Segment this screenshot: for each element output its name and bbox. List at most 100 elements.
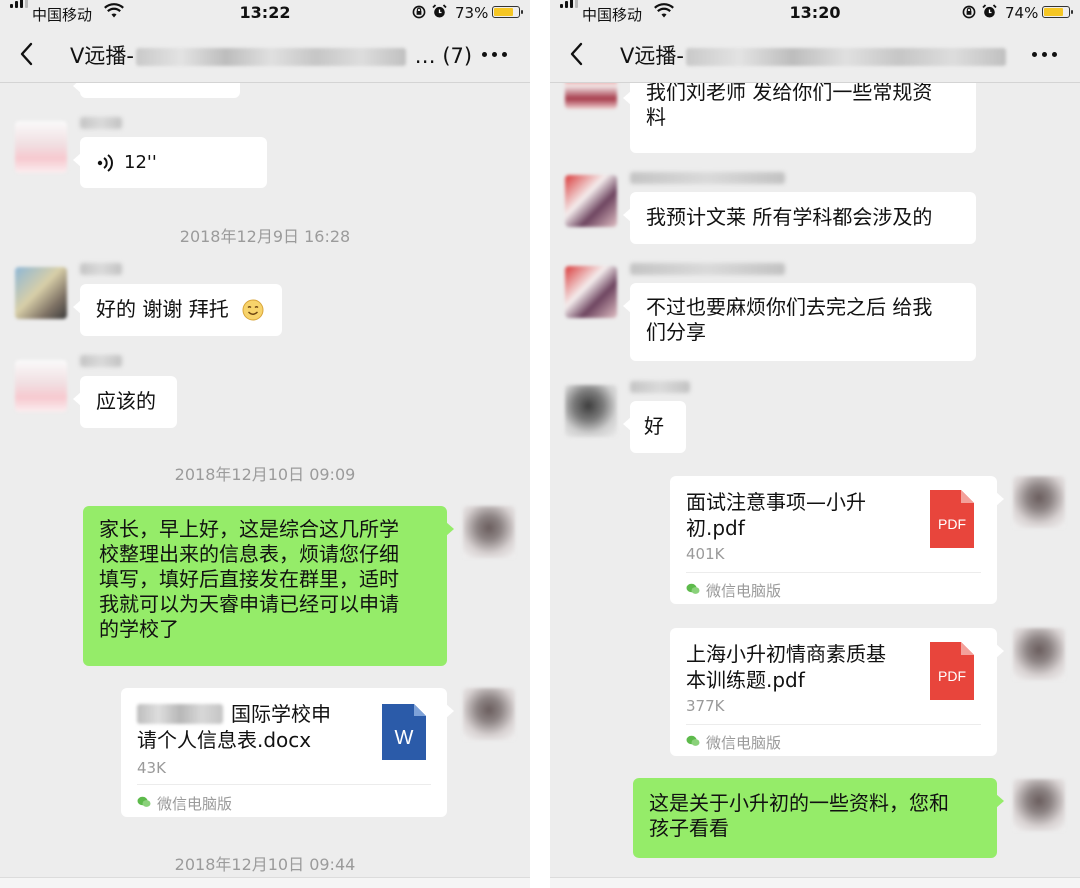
divider	[686, 572, 981, 573]
message-list: 12'' 2018年12月9日 16:28 好的 谢谢 拜托 应该的 2018年…	[0, 83, 530, 888]
sender-name-redacted	[630, 263, 785, 275]
message-line: 不过也要麻烦你们去完之后 给我	[646, 295, 933, 319]
rotation-lock-icon	[412, 5, 426, 19]
svg-text:PDF: PDF	[938, 668, 966, 684]
wechat-pc-icon	[686, 583, 700, 594]
battery-percent: 74%	[1005, 4, 1039, 22]
avatar[interactable]	[565, 266, 617, 318]
avatar[interactable]	[463, 506, 515, 558]
file-name-line2: 初.pdf	[686, 516, 745, 540]
avatar[interactable]	[565, 385, 617, 437]
file-name-line1: 上海小升初情商素质基	[686, 642, 886, 666]
message-line: 填写，填好后直接发在群里，适时	[99, 567, 399, 591]
status-bar: 中国移动 13:20 74%	[550, 0, 1080, 26]
message-text: 我预计文莱 所有学科都会涉及的	[646, 205, 933, 229]
sender-name-redacted	[630, 172, 785, 184]
clock: 13:20	[789, 3, 841, 22]
file-name-line1: 面试注意事项—小升	[686, 490, 866, 514]
message-bubble[interactable]: 应该的	[73, 376, 177, 428]
pdf-file-icon: PDF	[930, 642, 974, 700]
timestamp: 2018年12月10日 09:44	[174, 855, 356, 874]
chat-title[interactable]: V远播- … (7)	[70, 40, 472, 70]
file-name-line2: 本训练题.pdf	[686, 668, 805, 692]
alarm-icon	[982, 4, 997, 18]
message-line: 料	[646, 105, 666, 129]
file-message[interactable]: 上海小升初情商素质基 本训练题.pdf 377K PDF 微信电脑版	[670, 628, 1004, 756]
message-line: 我就可以为天睿申请已经可以申请	[99, 592, 399, 616]
input-bar-edge	[0, 877, 530, 888]
sender-name-redacted	[630, 381, 690, 393]
avatar[interactable]	[15, 360, 67, 412]
file-size: 401K	[686, 545, 725, 563]
file-size: 43K	[137, 759, 166, 777]
message-line: 的学校了	[99, 617, 179, 641]
message-bubble[interactable]: 好的 谢谢 拜托	[73, 284, 282, 336]
chat-header: V远播-	[550, 26, 1080, 83]
chat-title-prefix: V远播-	[620, 44, 684, 68]
message-line: 校整理出来的信息表，烦请您仔细	[99, 542, 399, 566]
file-message[interactable]: 面试注意事项—小升 初.pdf 401K PDF 微信电脑版	[670, 476, 1004, 604]
message-line: 我们刘老师 发给你们一些常规资	[646, 83, 933, 104]
avatar[interactable]	[463, 688, 515, 740]
smile-emoji-icon	[242, 299, 264, 321]
pdf-file-icon: PDF	[930, 490, 974, 548]
avatar[interactable]	[1013, 628, 1065, 680]
timestamp: 2018年12月10日 09:09	[174, 465, 356, 484]
clock: 13:22	[239, 3, 291, 22]
message-line: 孩子看看	[649, 816, 729, 840]
message-list: 我们刘老师 发给你们一些常规资 料 我预计文莱 所有学科都会涉及的 不过也要麻烦…	[550, 83, 1080, 888]
member-count: (7)	[442, 44, 473, 68]
message-bubble[interactable]: 我们刘老师 发给你们一些常规资 料	[623, 83, 976, 153]
more-icon[interactable]	[482, 52, 508, 58]
back-icon[interactable]	[566, 40, 590, 68]
file-size: 377K	[686, 697, 725, 715]
message-line: 家长，早上好，这是综合这几所学	[99, 517, 399, 541]
avatar[interactable]	[1013, 779, 1065, 831]
avatar[interactable]	[1013, 476, 1065, 528]
message-bubble[interactable]: 好	[623, 401, 686, 453]
battery-icon	[1042, 6, 1073, 18]
message-text: 好的 谢谢 拜托	[96, 297, 229, 321]
file-source: 微信电脑版	[157, 795, 233, 813]
avatar[interactable]	[15, 267, 67, 319]
redacted-title	[685, 48, 1006, 66]
message-text: 应该的	[96, 389, 156, 413]
message-line: 这是关于小升初的一些资料，您和	[649, 791, 949, 815]
more-icon[interactable]	[1032, 52, 1058, 58]
voice-wave-icon	[97, 154, 113, 172]
avatar[interactable]	[565, 83, 617, 109]
message-bubble-partial[interactable]	[73, 83, 240, 98]
wechat-pc-icon	[137, 796, 151, 807]
input-bar-edge	[550, 877, 1080, 888]
redacted-title	[135, 48, 406, 66]
status-bar: 中国移动 13:22 73%	[0, 0, 530, 26]
timestamp: 2018年12月9日 16:28	[179, 227, 351, 246]
message-line: 们分享	[646, 320, 706, 344]
file-name-line2: 请个人信息表.docx	[137, 728, 312, 752]
divider	[137, 784, 431, 785]
file-message[interactable]: 国际学校申 请个人信息表.docx 43K W 微信电脑版	[121, 688, 454, 817]
file-source: 微信电脑版	[706, 582, 782, 600]
message-bubble-self[interactable]: 这是关于小升初的一些资料，您和 孩子看看	[633, 778, 1004, 858]
sender-name-redacted	[80, 117, 122, 129]
message-bubble[interactable]: 我预计文莱 所有学科都会涉及的	[623, 192, 976, 244]
message-bubble-self[interactable]: 家长，早上好，这是综合这几所学 校整理出来的信息表，烦请您仔细 填写，填好后直接…	[83, 506, 454, 666]
voice-duration: 12''	[124, 152, 157, 173]
chat-header: V远播- … (7)	[0, 26, 530, 83]
file-name-line1: 国际学校申	[137, 701, 331, 727]
avatar[interactable]	[565, 175, 617, 227]
back-icon[interactable]	[16, 40, 40, 68]
voice-message[interactable]: 12''	[73, 137, 267, 188]
sender-name-redacted	[80, 263, 122, 275]
divider	[686, 724, 981, 725]
word-file-icon: W	[382, 704, 426, 760]
svg-text:W: W	[395, 727, 414, 749]
chat-title[interactable]: V远播-	[620, 40, 1008, 70]
battery-percent: 73%	[455, 4, 489, 22]
message-bubble[interactable]: 不过也要麻烦你们去完之后 给我 们分享	[623, 283, 976, 361]
message-text: 好	[644, 414, 664, 438]
sender-name-redacted	[80, 355, 122, 367]
left-phone-screen: 中国移动 13:22 73% V远播- … (7) 12'' 2018年12月9…	[0, 0, 530, 888]
battery-icon	[492, 6, 523, 18]
avatar[interactable]	[15, 121, 67, 173]
